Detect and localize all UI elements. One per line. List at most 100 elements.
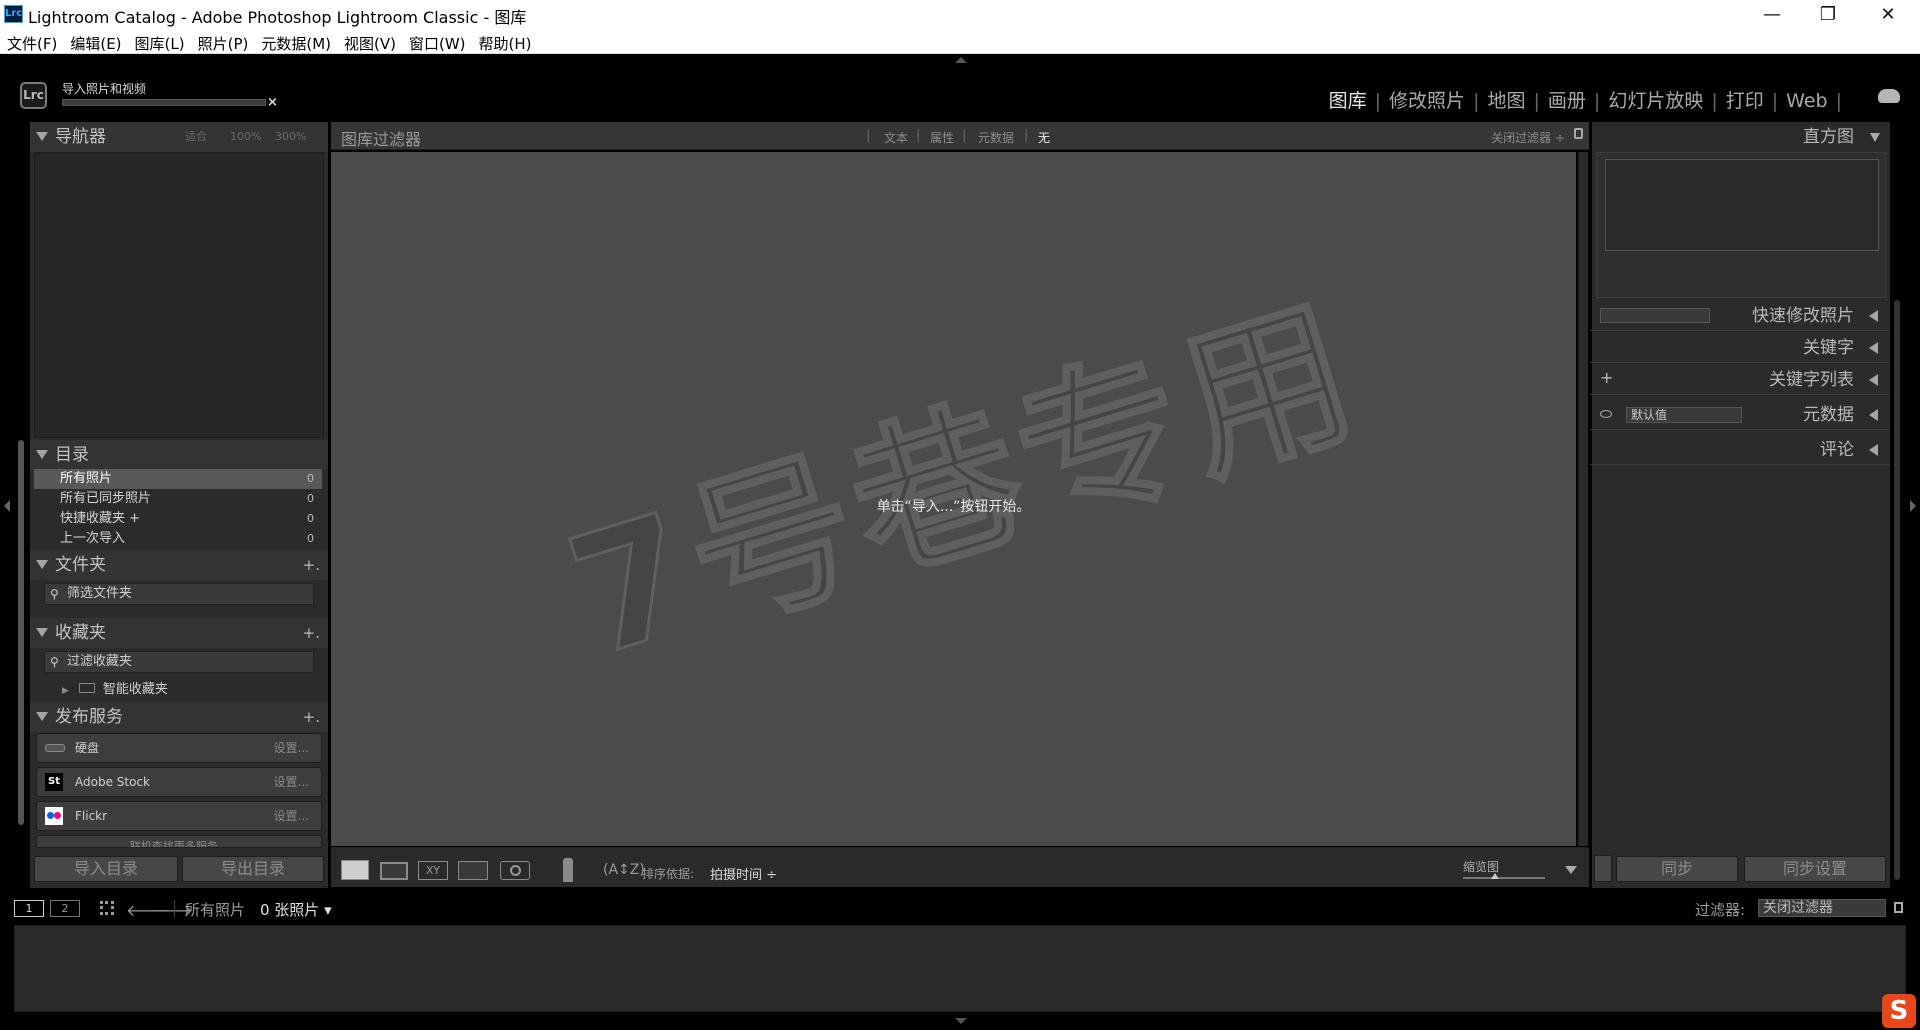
lock-icon[interactable] <box>1574 128 1583 139</box>
compare-view-button[interactable]: XY <box>418 861 448 880</box>
top-panel-toggle-icon[interactable] <box>955 57 967 63</box>
left-panel-toggle-icon[interactable] <box>4 500 10 512</box>
add-publish-service-button[interactable]: +. <box>303 702 320 732</box>
metadata-preset-dropdown[interactable]: 默认值 <box>1626 407 1742 423</box>
collections-header[interactable]: 收藏夹 +. <box>30 618 328 648</box>
catalog-header[interactable]: 目录 <box>30 440 328 470</box>
menu-metadata[interactable]: 元数据(M) <box>254 29 337 54</box>
module-develop[interactable]: 修改照片 <box>1381 90 1473 112</box>
bottom-panel-toggle-icon[interactable] <box>955 1018 967 1024</box>
setup-button[interactable]: 设置... <box>274 768 309 796</box>
grid-small-icon[interactable] <box>100 901 114 915</box>
import-catalog-button[interactable]: 导入目录 <box>34 856 178 882</box>
right-panel-scrollbar[interactable] <box>1894 300 1900 880</box>
zoom-fit[interactable]: 适合 <box>185 122 207 152</box>
painter-spray-icon[interactable] <box>563 858 573 882</box>
filter-tab-attribute[interactable]: 属性 <box>930 129 954 146</box>
smart-collections-item[interactable]: ▶ 智能收藏夹 <box>62 680 312 700</box>
module-library[interactable]: 图库 <box>1321 90 1375 112</box>
menu-photo[interactable]: 照片(P) <box>191 29 255 54</box>
navigator-header[interactable]: 导航器 适合 100% 300% <box>30 122 328 152</box>
catalog-item-previous-import[interactable]: 上一次导入 0 <box>34 529 322 549</box>
lrc-logo-icon: Lrc <box>20 82 47 109</box>
setup-button[interactable]: 设置... <box>274 734 309 762</box>
catalog-item-quick-collection[interactable]: 快捷收藏夹 +0 <box>34 509 322 529</box>
catalog-item-all-photos[interactable]: 所有照片 0 <box>34 469 322 489</box>
primary-window-button[interactable]: 1 <box>14 900 44 917</box>
filter-tab-none[interactable]: 无 <box>1038 129 1050 146</box>
zoom-300[interactable]: 300% <box>275 122 306 152</box>
thumbnail-size-slider[interactable] <box>1463 873 1545 879</box>
navigator-preview[interactable] <box>34 152 324 438</box>
module-web[interactable]: Web <box>1778 90 1835 112</box>
grid-view[interactable]: 7号巷专用 单击“导入...”按钮开始。 <box>331 152 1576 846</box>
cancel-task-icon[interactable]: × <box>267 95 278 110</box>
filmstrip-filter-dropdown[interactable]: 关闭过滤器 <box>1758 899 1886 917</box>
keyword-list-header[interactable]: 关键字列表 <box>1590 365 1890 395</box>
publish-service-hard-drive[interactable]: 硬盘 设置... <box>36 733 322 763</box>
comments-header[interactable]: 评论 <box>1590 435 1890 465</box>
sync-button[interactable]: 同步 <box>1616 856 1738 882</box>
module-map[interactable]: 地图 <box>1479 90 1533 112</box>
find-more-services-button[interactable]: 联机查找更多服务... <box>36 835 322 848</box>
menu-window[interactable]: 窗口(W) <box>402 29 472 54</box>
folders-header[interactable]: 文件夹 +. <box>30 550 328 580</box>
survey-view-button[interactable] <box>458 861 488 880</box>
sync-toggle-switch[interactable] <box>1594 855 1612 882</box>
collection-set-icon <box>78 683 95 693</box>
sync-settings-button[interactable]: 同步设置 <box>1744 856 1886 882</box>
eye-icon[interactable] <box>1600 410 1612 418</box>
people-view-button[interactable] <box>500 861 530 880</box>
close-window-button[interactable]: ✕ <box>1860 0 1916 29</box>
cloud-sync-icon[interactable] <box>1878 89 1900 103</box>
sort-direction-icon[interactable]: (A↕Z) <box>603 862 645 886</box>
export-catalog-button[interactable]: 导出目录 <box>182 856 324 882</box>
filmstrip-lock-icon[interactable] <box>1894 902 1903 913</box>
publish-services-header[interactable]: 发布服务 +. <box>30 702 328 732</box>
publish-service-adobe-stock[interactable]: St Adobe Stock 设置... <box>36 767 322 797</box>
sort-order-dropdown[interactable]: 拍摄时间 ÷ <box>710 864 777 888</box>
toolbar-content-dropdown-icon[interactable] <box>1565 866 1577 874</box>
filter-preset-dropdown[interactable]: 关闭过滤器 ÷ <box>1491 129 1565 146</box>
grid-view-button[interactable] <box>341 860 369 880</box>
filmstrip-filter-label: 过滤器: <box>1695 901 1746 919</box>
menu-file[interactable]: 文件(F) <box>0 29 63 54</box>
sogou-ime-icon[interactable]: S <box>1882 994 1916 1028</box>
add-collection-button[interactable]: +. <box>303 618 320 648</box>
menu-help[interactable]: 帮助(H) <box>472 29 538 54</box>
catalog-item-synced[interactable]: 所有已同步照片 0 <box>34 489 322 509</box>
minimize-button[interactable]: — <box>1744 0 1800 29</box>
setup-button[interactable]: 设置... <box>274 802 309 830</box>
keywording-header[interactable]: 关键字 <box>1590 333 1890 363</box>
filmstrip-count-dropdown[interactable]: 0 张照片 ▾ <box>260 899 332 920</box>
add-folder-button[interactable]: +. <box>303 550 320 580</box>
add-keyword-button[interactable]: + <box>1600 368 1613 387</box>
expand-icon <box>1869 310 1878 322</box>
filter-tab-metadata[interactable]: 元数据 <box>978 129 1014 146</box>
zoom-100[interactable]: 100% <box>230 122 261 152</box>
histogram-graph <box>1605 159 1879 251</box>
filter-tab-text[interactable]: 文本 <box>884 129 908 146</box>
module-slideshow[interactable]: 幻灯片放映 <box>1600 90 1711 112</box>
secondary-window-button[interactable]: 2 <box>50 900 80 917</box>
slider-thumb-icon[interactable] <box>1491 873 1499 879</box>
filmstrip[interactable] <box>14 925 1906 1012</box>
module-picker: 图库 | 修改照片 | 地图 | 画册 | 幻灯片放映 | 打印 | Web | <box>1321 86 1842 113</box>
loupe-view-button[interactable] <box>380 862 408 880</box>
filmstrip-source[interactable]: 所有照片 <box>185 899 245 920</box>
left-panel-scrollbar[interactable] <box>18 440 24 825</box>
menu-view[interactable]: 视图(V) <box>337 29 402 54</box>
collection-search-input[interactable]: ⚲ 过滤收藏夹 <box>44 651 314 673</box>
grid-scrollbar[interactable] <box>1578 152 1588 846</box>
menu-library[interactable]: 图库(L) <box>128 29 191 54</box>
saved-preset-dropdown[interactable] <box>1600 308 1710 323</box>
maximize-button[interactable]: ❐ <box>1800 0 1856 29</box>
right-panel: 直方图 快速修改照片 关键字 关键字列表 + 元数据 默认值 评论 <box>1590 122 1890 888</box>
right-panel-toggle-icon[interactable] <box>1910 500 1916 512</box>
menu-edit[interactable]: 编辑(E) <box>63 29 127 54</box>
publish-service-flickr[interactable]: Flickr 设置... <box>36 801 322 831</box>
histogram-header[interactable]: 直方图 <box>1590 122 1890 152</box>
module-print[interactable]: 打印 <box>1718 90 1772 112</box>
module-book[interactable]: 画册 <box>1540 90 1594 112</box>
folder-search-input[interactable]: ⚲ 筛选文件夹 <box>44 583 314 605</box>
